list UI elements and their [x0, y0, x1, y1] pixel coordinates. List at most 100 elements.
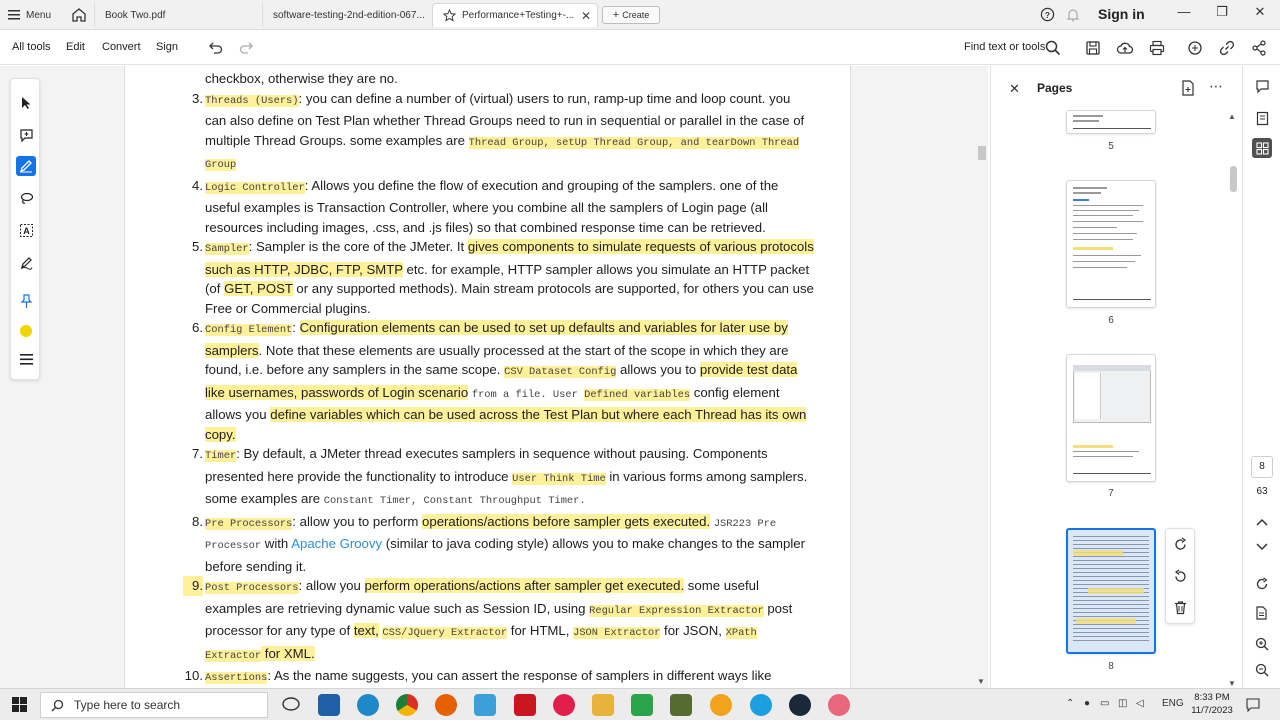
edit-button[interactable]: Edit	[66, 41, 85, 53]
edge-app-icon[interactable]	[357, 694, 379, 716]
highlight-tool[interactable]	[16, 156, 36, 176]
store-app-icon[interactable]	[318, 694, 340, 716]
maximize-icon[interactable]: ❐	[1212, 4, 1232, 20]
link-icon[interactable]	[1218, 39, 1236, 57]
close-panel-icon[interactable]: ✕	[1009, 81, 1020, 97]
paint-app-icon[interactable]	[828, 694, 850, 716]
redo-icon[interactable]	[238, 39, 256, 57]
taskbar-search-input[interactable]: Type here to search	[40, 692, 268, 718]
scroll-down-icon[interactable]: ▼	[1228, 679, 1236, 688]
all-tools-button[interactable]: All tools	[12, 41, 51, 53]
svg-text:?: ?	[1045, 10, 1050, 20]
insert-page-icon[interactable]	[1181, 80, 1195, 96]
comment-tool[interactable]	[16, 125, 36, 145]
tray-chevron-icon[interactable]: ⌃	[1066, 698, 1074, 709]
color-picker[interactable]	[16, 321, 36, 341]
thumbnail-actions	[1165, 528, 1195, 624]
close-window-icon[interactable]: ✕	[1250, 4, 1270, 20]
code-term: JSON Extractor	[573, 627, 661, 639]
save-icon[interactable]	[1084, 39, 1102, 57]
zoom-in-button[interactable]	[1252, 634, 1272, 654]
scroll-thumb[interactable]	[978, 146, 986, 160]
language-indicator[interactable]: ENG	[1162, 698, 1184, 709]
bookmarks-panel-button[interactable]	[1252, 108, 1272, 128]
next-page-button[interactable]	[1252, 537, 1272, 557]
steam-app-icon[interactable]	[789, 694, 811, 716]
acrobat-app-icon[interactable]	[514, 694, 536, 716]
page-thumbnail-7[interactable]	[1066, 354, 1156, 482]
current-page-input[interactable]: 8	[1251, 456, 1273, 478]
code-term: Timer	[205, 450, 237, 462]
microphone-icon[interactable]: ●	[1084, 698, 1090, 709]
menu-label: Menu	[26, 9, 52, 21]
page-thumbnail-5[interactable]	[1066, 110, 1156, 134]
sign-in-button[interactable]: Sign in	[1098, 6, 1145, 22]
ai-assistant-icon[interactable]	[1186, 39, 1204, 57]
scroll-down-icon[interactable]: ▼	[977, 677, 985, 686]
page-thumbnail-8[interactable]	[1066, 528, 1156, 654]
code-term: Logic Controller	[205, 181, 305, 194]
chrome-app-icon[interactable]	[396, 694, 418, 716]
rotate-clockwise-icon[interactable]	[1173, 537, 1188, 552]
network-icon[interactable]: ◫	[1118, 698, 1127, 709]
battery-icon[interactable]: ▭	[1100, 698, 1109, 709]
scroll-up-icon[interactable]: ▲	[1228, 112, 1236, 121]
rotate-counterclockwise-icon[interactable]	[1173, 569, 1188, 584]
green-app-icon[interactable]	[631, 694, 653, 716]
print-icon[interactable]	[1148, 39, 1166, 57]
tab-performance-testing[interactable]: Performance+Testing+-... ✕	[432, 3, 598, 27]
volume-icon[interactable]: ◁	[1136, 698, 1144, 709]
file-explorer-icon[interactable]	[592, 694, 614, 716]
upload-cloud-icon[interactable]	[1116, 39, 1134, 57]
fill-sign-tool[interactable]	[16, 252, 36, 272]
windows-start-icon[interactable]	[12, 697, 27, 712]
list-number: 9.	[183, 576, 203, 596]
text-tool[interactable]: A	[16, 220, 36, 240]
yellow-app-icon[interactable]	[710, 694, 732, 716]
draw-tool[interactable]	[16, 188, 36, 208]
search-icon[interactable]	[1044, 39, 1062, 57]
media-app-icon[interactable]	[553, 694, 575, 716]
bell-icon[interactable]	[1066, 7, 1080, 22]
delete-page-icon[interactable]	[1173, 600, 1188, 615]
home-icon[interactable]	[70, 6, 88, 24]
pages-panel-button[interactable]	[1252, 138, 1272, 158]
tab-book-two[interactable]: Book Two.pdf	[94, 3, 262, 27]
help-icon[interactable]: ?	[1040, 7, 1055, 22]
sign-button[interactable]: Sign	[156, 41, 178, 53]
taskbar-clock[interactable]: 8:33 PM 11/7/2023	[1188, 691, 1236, 717]
more-options-icon[interactable]: ⋯	[1209, 78, 1223, 95]
pages-scrollbar[interactable]: ▲ ▼	[1227, 110, 1239, 688]
create-button[interactable]: + Create	[602, 6, 660, 24]
close-tab-icon[interactable]: ✕	[581, 9, 591, 23]
minimize-icon[interactable]: —	[1174, 4, 1194, 19]
page-fit-button[interactable]	[1252, 603, 1272, 623]
document-scrollbar[interactable]: ▼	[976, 66, 988, 688]
scroll-thumb[interactable]	[1230, 166, 1237, 192]
terminal-app-icon[interactable]	[670, 694, 692, 716]
page-thumbnail-6[interactable]	[1066, 180, 1156, 308]
zoom-out-button[interactable]	[1252, 660, 1272, 680]
more-tools[interactable]	[16, 349, 36, 369]
convert-button[interactable]: Convert	[102, 41, 141, 53]
svg-text:A: A	[23, 226, 30, 236]
tab-software-testing[interactable]: software-testing-2nd-edition-067...	[262, 3, 430, 27]
highlighted-text: GET, POST	[224, 281, 293, 296]
previous-page-button[interactable]	[1252, 512, 1272, 532]
notifications-icon[interactable]	[1246, 698, 1260, 712]
comments-panel-button[interactable]	[1252, 76, 1272, 96]
menu-button[interactable]: Menu	[8, 6, 51, 24]
undo-icon[interactable]	[206, 39, 224, 57]
chat-app-icon[interactable]	[280, 694, 302, 716]
pin-tool[interactable]	[16, 291, 36, 311]
star-icon[interactable]	[443, 9, 456, 22]
text-link[interactable]: Apache Groovy	[291, 536, 382, 551]
list-item: 7. Timer: By default, a JMeter thread exe…	[192, 444, 815, 512]
skype-app-icon[interactable]	[750, 694, 772, 716]
firefox-app-icon[interactable]	[435, 694, 457, 716]
vscode-app-icon[interactable]	[474, 694, 496, 716]
select-tool[interactable]	[16, 93, 36, 113]
share-icon[interactable]	[1250, 39, 1268, 57]
find-text-or-tools[interactable]: Find text or tools	[964, 41, 1045, 53]
refresh-button[interactable]	[1252, 574, 1272, 594]
